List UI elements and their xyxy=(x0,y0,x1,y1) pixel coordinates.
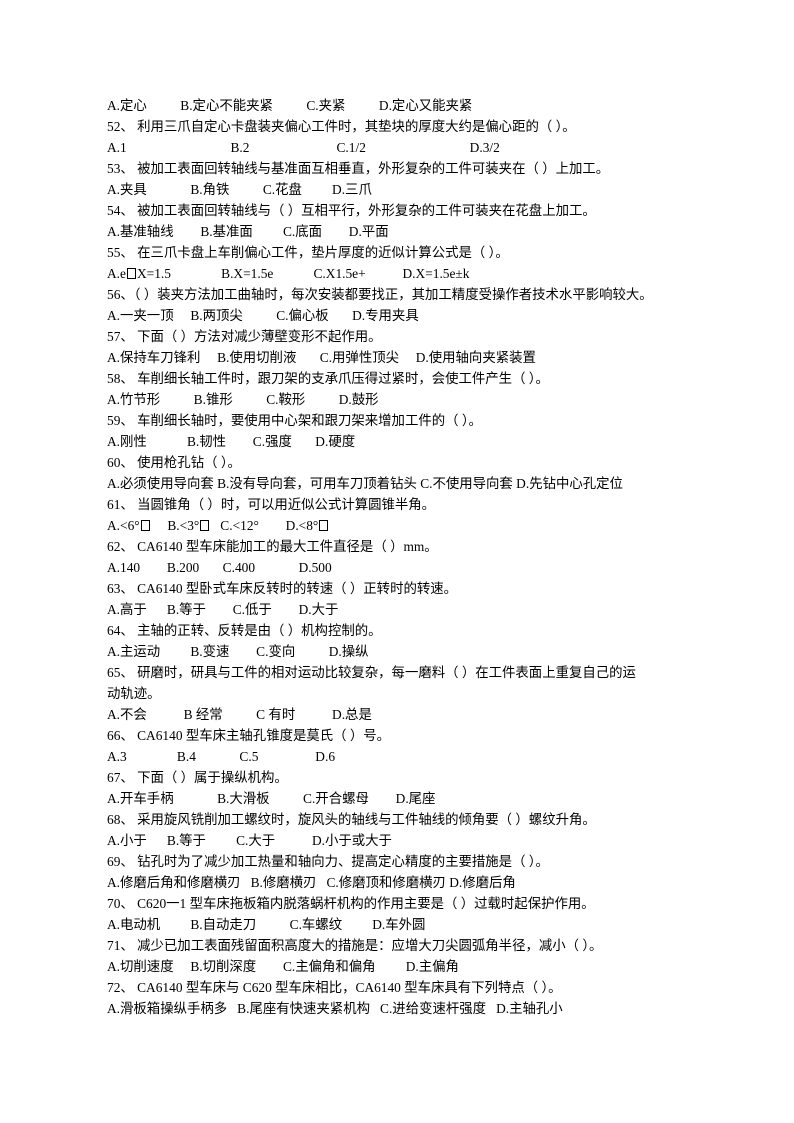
missing-glyph-box xyxy=(319,520,329,531)
question-line: 动轨迹。 xyxy=(107,686,161,701)
option-line: A.开车手柄 B.大滑板 C.开合螺母 D.尾座 xyxy=(107,791,436,806)
question-line: 63、 CA6140 型卧式车床反转时的转速（ ）正转时的转速。 xyxy=(107,581,458,596)
option-line: A.高于 B.等于 C.低于 D.大于 xyxy=(107,602,339,617)
option-line: A.140 B.200 C.400 D.500 xyxy=(107,560,332,575)
missing-glyph-box xyxy=(126,268,136,279)
question-line: 72、 CA6140 型车床与 C620 型车床相比，CA6140 型车床具有下… xyxy=(107,980,562,995)
missing-glyph-box xyxy=(200,520,210,531)
question-line: 57、 下面（ ）方法对减少薄壁变形不起作用。 xyxy=(107,329,382,344)
question-line: 59、 车削细长轴时，要使用中心架和跟刀架来增加工件的（ ）。 xyxy=(107,413,482,428)
question-line: 65、 研磨时，研具与工件的相对运动比较复杂，每一磨料（ ）在工件表面上重复自己… xyxy=(107,665,636,680)
option-line: A.主运动 B.变速 C.变向 D.操纵 xyxy=(107,644,369,659)
question-line: 61、 当圆锥角（ ）时，可以用近似公式计算圆锥半角。 xyxy=(107,497,436,512)
option-line: A.滑板箱操纵手柄多 B.尾座有快速夹紧机构 C.进给变速杆强度 D.主轴孔小 xyxy=(107,1001,563,1016)
option-line: A.保持车刀锋利 B.使用切削液 C.用弹性顶尖 D.使用轴向夹紧装置 xyxy=(107,350,536,365)
missing-glyph-box xyxy=(140,520,150,531)
question-line: 68、 采用旋风铣削加工螺纹时，旋风头的轴线与工件轴线的倾角要（ ）螺纹升角。 xyxy=(107,812,596,827)
option-line: A.切削速度 B.切削深度 C.主偏角和偏角 D.主偏角 xyxy=(107,959,459,974)
question-line: 58、 车削细长轴工件时，跟刀架的支承爪压得过紧时，会使工件产生（ ）。 xyxy=(107,371,549,386)
question-line: 60、 使用枪孔钻（ ）。 xyxy=(107,455,241,470)
option-line: A.定心 B.定心不能夹紧 C.夹紧 D.定心又能夹紧 xyxy=(107,98,473,113)
question-line: 53、 被加工表面回转轴线与基准面互相垂直，外形复杂的工件可装夹在（ ）上加工。 xyxy=(107,161,610,176)
question-line: 69、 钻孔时为了减少加工热量和轴向力、提高定心精度的主要措施是（ ）。 xyxy=(107,854,549,869)
question-line: 55、 在三爪卡盘上车削偏心工件，垫片厚度的近似计算公式是（ ）。 xyxy=(107,245,509,260)
option-line: A.基准轴线 B.基准面 C.底面 D.平面 xyxy=(107,224,389,239)
option-line: A.e X=1.5 B.X=1.5e C.X1.5e+ D.X=1.5e±k xyxy=(107,266,470,281)
option-line: A.夹具 B.角铁 C.花盘 D.三爪 xyxy=(107,182,372,197)
document-text-body: A.定心 B.定心不能夹紧 C.夹紧 D.定心又能夹紧 52、 利用三爪自定心卡盘… xyxy=(107,95,684,1019)
question-line: 64、 主轴的正转、反转是由（ ）机构控制的。 xyxy=(107,623,382,638)
question-line: 56、（ ）装夹方法加工曲轴时，每次安装都要找正，其加工精度受操作者技术水平影响… xyxy=(107,287,653,302)
document-page: A.定心 B.定心不能夹紧 C.夹紧 D.定心又能夹紧 52、 利用三爪自定心卡盘… xyxy=(0,0,794,1123)
question-line: 67、 下面（ ）属于操纵机构。 xyxy=(107,770,288,785)
question-line: 66、 CA6140 型车床主轴孔锥度是莫氏（ ）号。 xyxy=(107,728,391,743)
option-line: A.3 B.4 C.5 D.6 xyxy=(107,749,336,764)
question-line: 70、 C620一1 型车床拖板箱内脱落蜗杆机构的作用主要是（ ）过载时起保护作… xyxy=(107,896,595,911)
option-line: A.修磨后角和修磨横刃 B.修磨横刃 C.修磨顶和修磨横刃 D.修磨后角 xyxy=(107,875,516,890)
option-line: A.1 B.2 C.1/2 D.3/2 xyxy=(107,140,500,155)
question-line: 54、 被加工表面回转轴线与（ ）互相平行，外形复杂的工件可装夹在花盘上加工。 xyxy=(107,203,596,218)
option-line: A.必须使用导向套 B.没有导向套，可用车刀顶着钻头 C.不使用导向套 D.先钻… xyxy=(107,476,623,491)
option-line: A.一夹一顶 B.两顶尖 C.偏心板 D.专用夹具 xyxy=(107,308,419,323)
option-line: A.刚性 B.韧性 C.强度 D.硬度 xyxy=(107,434,356,449)
option-line: A.竹节形 B.锥形 C.鞍形 D.鼓形 xyxy=(107,392,379,407)
question-line: 71、 减少已加工表面残留面积高度大的措施是：应增大刀尖圆弧角半径，减小（ ）。 xyxy=(107,938,603,953)
option-line: A.小于 B.等于 C.大于 D.小于或大于 xyxy=(107,833,392,848)
option-line: A.<6° B.<3° C.<12° D.<8° xyxy=(107,515,684,536)
question-line: 62、 CA6140 型车床能加工的最大工件直径是（ ）mm。 xyxy=(107,539,438,554)
option-line: A.电动机 B.自动走刀 C.车螺纹 D.车外圆 xyxy=(107,917,426,932)
option-line: A.不会 B 经常 C 有时 D.总是 xyxy=(107,707,372,722)
question-line: 52、 利用三爪自定心卡盘装夹偏心工件时，其垫块的厚度大约是偏心距的（ ）。 xyxy=(107,119,576,134)
